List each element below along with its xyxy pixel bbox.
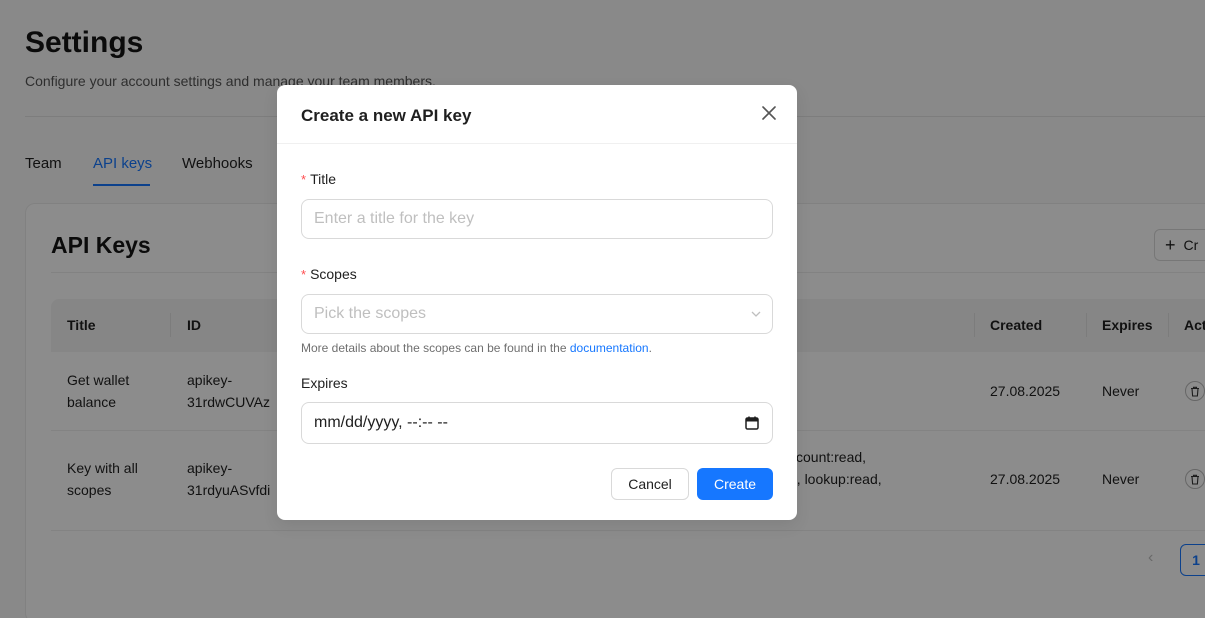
scopes-select[interactable]: Pick the scopes	[301, 294, 773, 334]
scopes-help-text: More details about the scopes can be fou…	[301, 341, 652, 355]
create-button[interactable]: Create	[697, 468, 773, 500]
scopes-field-label: * Scopes	[301, 266, 357, 282]
expires-datetime-input[interactable]: mm/dd/yyyy, --:-- --	[301, 402, 773, 444]
required-mark: *	[301, 172, 307, 187]
modal-header-divider	[277, 143, 797, 144]
expires-input-value: mm/dd/yyyy, --:-- --	[314, 414, 448, 431]
close-icon	[762, 106, 776, 120]
title-input-placeholder: Enter a title for the key	[314, 210, 475, 227]
calendar-icon[interactable]	[744, 415, 760, 431]
modal-title: Create a new API key	[301, 106, 472, 125]
required-mark: *	[301, 267, 307, 282]
chevron-down-icon	[751, 311, 761, 317]
documentation-link[interactable]: documentation	[570, 341, 649, 355]
title-label-text: Title	[310, 171, 336, 187]
create-api-key-modal: Create a new API key * Title Enter a titl…	[277, 85, 797, 520]
help-text-end: .	[648, 341, 652, 355]
close-button[interactable]	[759, 103, 779, 123]
help-text: More details about the scopes can be fou…	[301, 341, 570, 355]
title-field-label: * Title	[301, 171, 336, 187]
title-input[interactable]: Enter a title for the key	[301, 199, 773, 239]
scopes-label-text: Scopes	[310, 266, 357, 282]
expires-field-label: Expires	[301, 375, 348, 391]
cancel-button[interactable]: Cancel	[611, 468, 689, 500]
scopes-select-placeholder: Pick the scopes	[314, 305, 427, 322]
